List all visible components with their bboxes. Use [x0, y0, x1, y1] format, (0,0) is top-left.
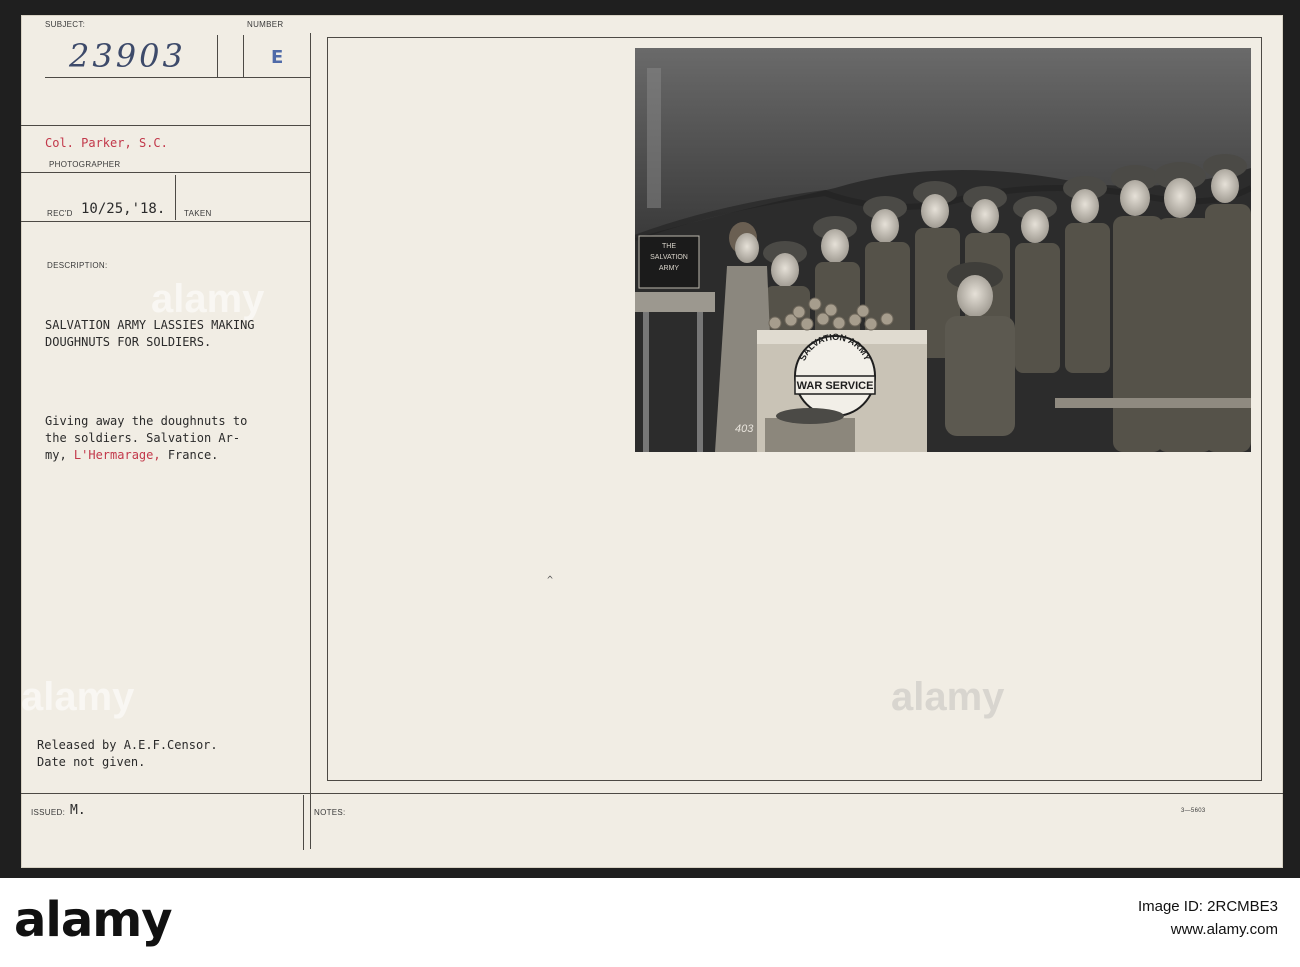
description-title: SALVATION ARMY LASSIES MAKING DOUGHNUTS … [45, 318, 255, 349]
image-id: 2RCMBE3 [1207, 898, 1278, 915]
recd-label: REC'D [47, 209, 73, 218]
subject-label: SUBJECT: [45, 20, 86, 29]
issued-label: ISSUED: [31, 808, 66, 817]
sign-text-3: ARMY [659, 265, 680, 272]
photographer-label: PHOTOGRAPHER [49, 160, 121, 169]
photograph: THE SALVATION ARMY SALVATION ARMY WAR SE… [635, 48, 1251, 452]
image-id-block: Image ID: 2RCMBE3 www.alamy.com [1098, 898, 1278, 938]
archive-card: SUBJECT: NUMBER 23903 E Col. Parker, S.C… [21, 15, 1283, 868]
sign-text-1: THE [662, 243, 676, 250]
sign-text-2: SALVATION [650, 254, 688, 261]
watermark: alamy [891, 675, 1005, 719]
watermark: alamy [21, 675, 135, 719]
footer-site: www.alamy.com [1170, 921, 1278, 938]
photographer-name: Col. Parker, S.C. [45, 136, 168, 150]
watermark: alamy [151, 277, 265, 321]
issued-value: M. [70, 803, 86, 818]
left-column-divider [310, 33, 311, 849]
image-id-label: Image ID: [1137, 898, 1203, 915]
footer-logo: alamy [14, 892, 173, 948]
number-value: E [271, 47, 284, 68]
photo-number: 403 [735, 423, 754, 435]
form-code: 3—5603 [1181, 808, 1206, 814]
recd-date: 10/25,'18. [81, 201, 166, 217]
taken-label: TAKEN [184, 209, 212, 218]
photograph-scene: THE SALVATION ARMY SALVATION ARMY WAR SE… [635, 48, 1251, 452]
description-label: DESCRIPTION: [47, 261, 108, 270]
notes-label: NOTES: [314, 808, 346, 817]
subject-divider [217, 35, 218, 77]
release-note: Released by A.E.F.Censor. Date not given… [37, 738, 218, 769]
number-label: NUMBER [247, 20, 284, 29]
subject-number: 23903 [69, 37, 186, 75]
stock-footer: alamy Image ID: 2RCMBE3 www.alamy.com [0, 878, 1300, 967]
description-detail: Giving away the doughnuts to the soldier… [45, 414, 248, 462]
box-banner-text: WAR SERVICE [797, 380, 874, 392]
number-divider [243, 35, 244, 77]
